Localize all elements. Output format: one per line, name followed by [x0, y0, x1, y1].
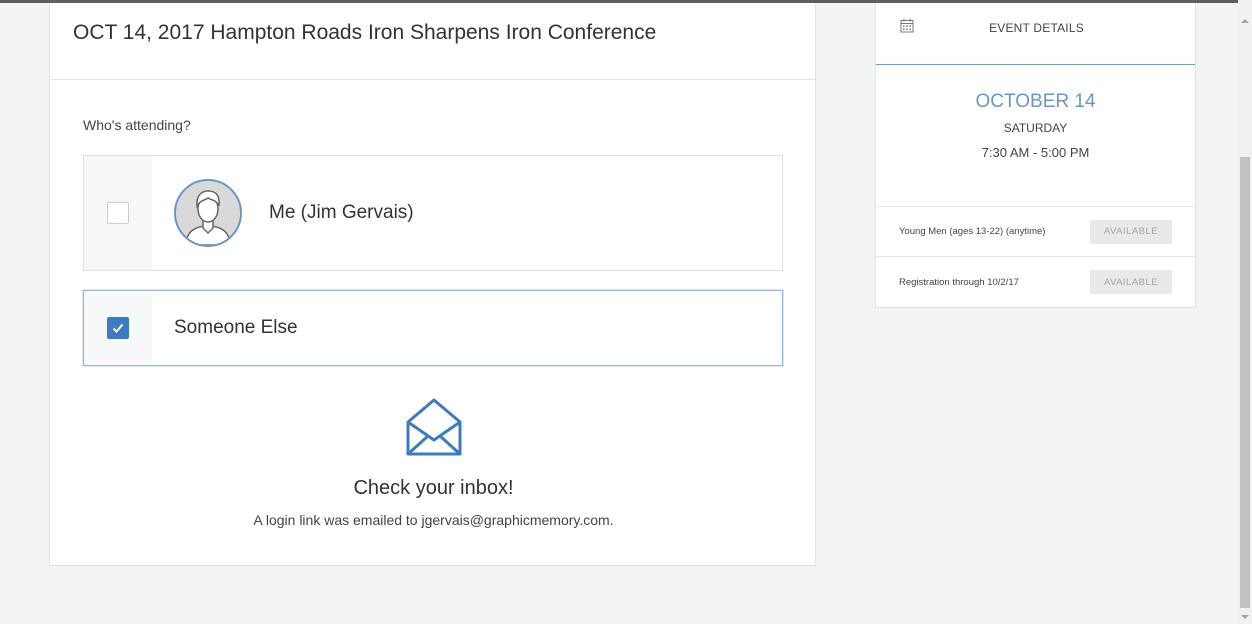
availability-badge: AVAILABLE	[1090, 219, 1172, 244]
ticket-name: Young Men (ages 13-22) (anytime)	[899, 226, 1046, 237]
event-day: SATURDAY	[1003, 121, 1068, 135]
user-avatar-icon	[185, 190, 231, 245]
checkbox-cell	[84, 156, 152, 270]
event-details-header: EVENT DETAILS	[876, 3, 1195, 65]
event-date: OCTOBER 14	[975, 91, 1096, 112]
registration-card: OCT 14, 2017 Hampton Roads Iron Sharpens…	[49, 3, 816, 566]
avatar	[174, 179, 242, 247]
attending-label: Who's attending?	[83, 117, 191, 133]
inbox-title: Check your inbox!	[353, 477, 514, 499]
availability-badge: AVAILABLE	[1090, 270, 1172, 294]
inbox-notice: Check your inbox! A login link was email…	[50, 396, 817, 528]
card-header: OCT 14, 2017 Hampton Roads Iron Sharpens…	[50, 3, 815, 80]
ticket-row: Registration through 10/2/17 AVAILABLE	[876, 257, 1195, 307]
ticket-row: Young Men (ages 13-22) (anytime) AVAILAB…	[876, 207, 1195, 257]
attendee-someone-else-label: Someone Else	[174, 317, 298, 338]
page-title: OCT 14, 2017 Hampton Roads Iron Sharpens…	[73, 21, 657, 44]
scroll-down-arrow-icon[interactable]	[1238, 610, 1252, 624]
event-details-panel: EVENT DETAILS OCTOBER 14 SATURDAY 7:30 A…	[875, 3, 1196, 308]
scroll-up-arrow-icon[interactable]	[1238, 14, 1252, 28]
attendee-option-someone-else[interactable]: Someone Else	[83, 290, 783, 366]
scrollbar-thumb[interactable]	[1240, 157, 1250, 608]
checkbox-cell	[84, 291, 152, 365]
inbox-message: A login link was emailed to jgervais@gra…	[253, 512, 614, 528]
event-time: 7:30 AM - 5:00 PM	[981, 145, 1090, 160]
attendee-me-checkbox[interactable]	[107, 202, 129, 224]
attendee-me-label: Me (Jim Gervais)	[269, 202, 414, 223]
envelope-open-icon	[406, 398, 461, 456]
attendee-someone-else-checkbox[interactable]	[107, 317, 129, 339]
checkmark-icon	[112, 323, 124, 333]
event-date-block: OCTOBER 14 SATURDAY 7:30 AM - 5:00 PM	[876, 65, 1195, 207]
event-details-title: EVENT DETAILS	[989, 21, 1084, 35]
attendee-option-me[interactable]: Me (Jim Gervais)	[83, 155, 783, 271]
ticket-name: Registration through 10/2/17	[899, 276, 1019, 288]
page-scrollbar[interactable]	[1238, 0, 1252, 624]
